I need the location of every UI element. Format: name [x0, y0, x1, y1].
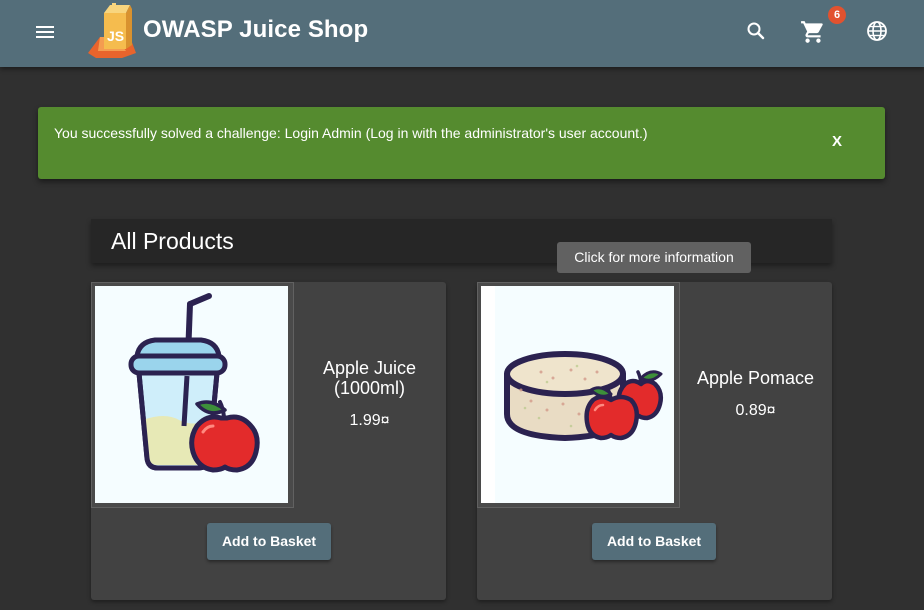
product-image[interactable]: [91, 282, 294, 508]
product-price: 0.89¤: [735, 402, 776, 419]
add-to-basket-button[interactable]: Add to Basket: [207, 523, 331, 560]
globe-icon: [867, 21, 887, 41]
search-icon: [747, 22, 765, 40]
section-title: All Products: [111, 228, 234, 254]
challenge-solved-notification: You successfully solved a challenge: Log…: [38, 107, 885, 179]
product-price: 1.99¤: [349, 412, 390, 429]
apple-juice-icon: [128, 293, 260, 473]
shopping-cart-icon: [801, 21, 823, 43]
notification-message: You successfully solved a challenge: Log…: [54, 125, 648, 141]
notification-close-button[interactable]: X: [824, 129, 850, 155]
juice-shop-logo[interactable]: JS: [86, 3, 138, 59]
more-info-tooltip: Click for more information: [557, 242, 751, 273]
product-card: Apple Juice (1000ml) 1.99¤ Add to Basket: [91, 282, 446, 600]
product-name: Apple Juice (1000ml): [322, 358, 417, 398]
product-image[interactable]: [477, 282, 680, 508]
product-info[interactable]: Apple Pomace 0.89¤: [679, 282, 832, 506]
cart-count-badge: 6: [828, 6, 846, 24]
product-info[interactable]: Apple Juice (1000ml) 1.99¤: [293, 282, 446, 506]
shopping-cart-button[interactable]: [800, 19, 826, 45]
apple-pomace-icon: [481, 286, 664, 503]
svg-text:JS: JS: [107, 28, 124, 44]
menu-icon: [36, 26, 54, 38]
top-toolbar: JS OWASP Juice Shop 6: [0, 0, 924, 67]
product-card: Apple Pomace 0.89¤ Add to Basket: [477, 282, 832, 600]
search-button[interactable]: [744, 19, 768, 43]
add-to-basket-button[interactable]: Add to Basket: [592, 523, 716, 560]
product-name: Apple Pomace: [696, 368, 815, 388]
app-title[interactable]: OWASP Juice Shop: [143, 16, 368, 44]
menu-button[interactable]: [34, 22, 58, 44]
language-button[interactable]: [865, 19, 889, 43]
